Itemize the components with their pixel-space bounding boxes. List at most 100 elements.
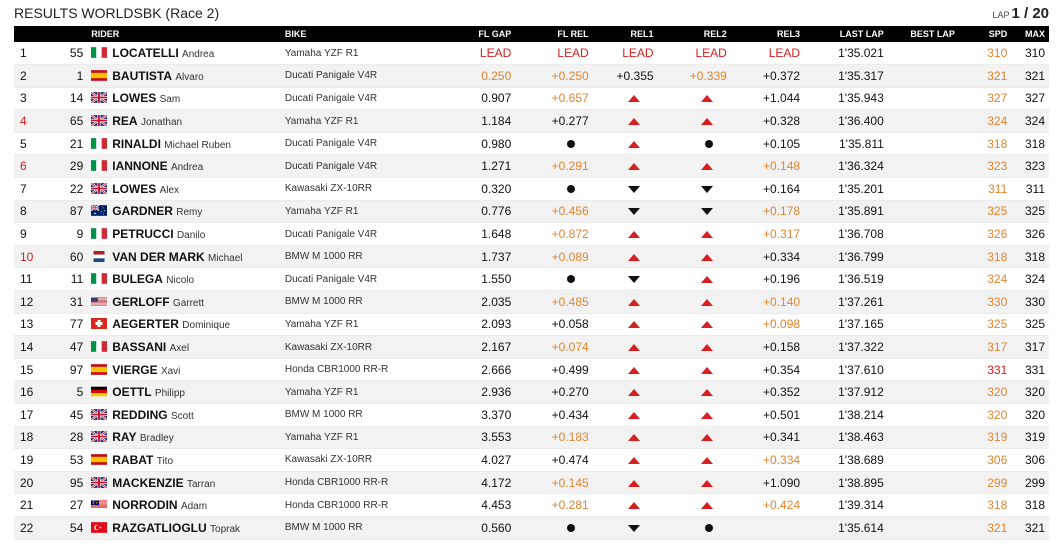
- col-spd[interactable]: SPD: [959, 26, 1011, 42]
- table-row[interactable]: 7 22 LOWES Alex Kawasaki ZX-10RR 0.320 +0.164…: [14, 177, 1049, 201]
- rel3-cell: +0.424: [730, 493, 805, 517]
- col-rider[interactable]: RIDER: [87, 26, 281, 42]
- rel3-cell: +1.090: [730, 471, 805, 495]
- fl-rel-cell: +0.456: [515, 200, 593, 224]
- rider-given-name: Philipp: [154, 388, 185, 400]
- best-lap-cell: [887, 222, 959, 246]
- col-rel1[interactable]: REL1: [593, 26, 658, 42]
- rel3-cell: +0.105: [730, 132, 805, 156]
- table-row[interactable]: 17 45 REDDING Scott BMW M 1000 RR 3.370 +0.43…: [14, 403, 1049, 427]
- col-rel2[interactable]: REL2: [658, 26, 731, 42]
- last-lap-cell: 1'38.689: [804, 448, 888, 472]
- rider-cell[interactable]: BAUTISTA Alvaro: [87, 64, 281, 88]
- best-lap-cell: [887, 313, 959, 337]
- position-down-icon: [627, 276, 640, 284]
- rider-cell[interactable]: IANNONE Andrea: [87, 154, 281, 179]
- rider-cell[interactable]: RINALDI Michael Ruben: [87, 132, 281, 156]
- max-speed-cell: 319: [1011, 426, 1049, 450]
- col-rel3[interactable]: REL3: [731, 26, 804, 42]
- australia-flag: [91, 205, 108, 217]
- table-row[interactable]: 15 97 VIERGE Xavi Honda CBR1000 RR-R 2.666 +0…: [14, 358, 1049, 382]
- position-cell: 14: [14, 335, 56, 359]
- col-max[interactable]: MAX: [1011, 26, 1049, 42]
- rider-surname: PETRUCCI: [112, 227, 174, 242]
- rel3-cell: +0.164: [730, 177, 805, 201]
- position-up-icon: [700, 163, 713, 171]
- rider-cell[interactable]: BULEGA Nicolo: [87, 267, 281, 292]
- table-row[interactable]: 3 14 LOWES Sam Ducati Panigale V4R 0.907 +0.6…: [14, 87, 1049, 111]
- rider-cell[interactable]: VAN DER MARK Michael: [87, 245, 281, 269]
- table-row[interactable]: 19 53 RABAT Tito Kawasaki ZX-10RR 4.027 +0.47…: [14, 448, 1049, 472]
- rider-given-name: Tito: [156, 455, 174, 467]
- rider-cell[interactable]: VIERGE Xavi: [87, 358, 281, 382]
- rider-cell[interactable]: GERLOFF Garrett: [87, 290, 281, 314]
- table-row[interactable]: 6 29 IANNONE Andrea Ducati Panigale V4R 1.27…: [14, 154, 1049, 179]
- rider-cell[interactable]: RAY Bradley: [87, 426, 281, 450]
- lap-counter: LAP 1 / 20: [992, 5, 1049, 22]
- rel1-cell: [592, 177, 658, 201]
- rider-cell[interactable]: PETRUCCI Danilo: [87, 222, 281, 246]
- last-lap-cell: 1'36.799: [804, 245, 888, 269]
- table-row[interactable]: 14 47 BASSANI Axel Kawasaki ZX-10RR 2.167 +0.…: [14, 335, 1049, 359]
- rider-cell[interactable]: RAZGATLIOGLU Toprak: [87, 516, 281, 540]
- bike-cell: Yamaha YZF R1: [280, 380, 457, 404]
- speed-cell: 318: [958, 245, 1012, 269]
- uk-flag: [91, 92, 108, 104]
- table-row[interactable]: 8 87 GARDNER Remy Yamaha YZF R1 0.776 +0.456 +…: [14, 200, 1049, 224]
- rider-cell[interactable]: GARDNER Remy: [87, 200, 281, 224]
- rider-given-name: Garrett: [172, 297, 205, 309]
- rel3-cell: +1.044: [730, 87, 805, 111]
- bike-cell: Kawasaki ZX-10RR: [280, 177, 457, 201]
- table-row[interactable]: 12 31 GERLOFF Garrett BMW M 1000 RR 2.035 +0.…: [14, 290, 1049, 314]
- rider-cell[interactable]: OETTL Philipp: [87, 380, 281, 404]
- max-speed-cell: 321: [1011, 64, 1049, 88]
- table-row[interactable]: 9 9 PETRUCCI Danilo Ducati Panigale V4R 1.64…: [14, 222, 1049, 246]
- table-row[interactable]: 4 65 REA Jonathan Yamaha YZF R1 1.184 +0.277 +…: [14, 109, 1049, 133]
- position-up-icon: [700, 118, 713, 126]
- rider-cell[interactable]: BASSANI Axel: [87, 335, 281, 359]
- speed-cell: 320: [958, 403, 1012, 427]
- col-bike[interactable]: BIKE: [281, 26, 457, 42]
- rider-given-name: Adam: [180, 501, 208, 513]
- rider-cell[interactable]: LOCATELLI Andrea: [87, 42, 281, 66]
- fl-gap-cell-value: 3.553: [481, 430, 512, 445]
- speed-cell: 324: [958, 267, 1012, 292]
- rider-cell[interactable]: LOWES Sam: [87, 87, 281, 111]
- rel3-cell-value: +0.424: [763, 498, 801, 513]
- fl-gap-cell: 1.737: [456, 245, 516, 269]
- speed-cell: 321: [958, 64, 1012, 88]
- fl-gap-cell: 0.250: [456, 64, 516, 88]
- col-best-lap[interactable]: BEST LAP: [888, 26, 959, 42]
- rel2-cell: [657, 516, 731, 540]
- speed-cell: 331: [958, 358, 1012, 382]
- rel2-cell: [657, 493, 731, 517]
- rel2-cell-value: +0.339: [689, 68, 727, 83]
- rider-cell[interactable]: REDDING Scott: [87, 403, 281, 427]
- rider-cell[interactable]: LOWES Alex: [87, 177, 281, 201]
- col-fl-gap[interactable]: FL GAP: [457, 26, 516, 42]
- table-row[interactable]: 11 11 BULEGA Nicolo Ducati Panigale V4R 1.55…: [14, 267, 1049, 292]
- rider-cell[interactable]: MACKENZIE Tarran: [87, 471, 281, 495]
- table-row[interactable]: 20 95 MACKENZIE Tarran Honda CBR1000 RR-R 4.…: [14, 471, 1049, 495]
- table-row[interactable]: 2 1 BAUTISTA Alvaro Ducati Panigale V4R 0.25…: [14, 64, 1049, 88]
- table-row[interactable]: 16 5 OETTL Philipp Yamaha YZF R1 2.936 +0.270…: [14, 380, 1049, 404]
- rider-number-cell: 21: [55, 132, 88, 156]
- last-lap-cell: 1'35.811: [804, 132, 888, 156]
- best-lap-cell: [887, 448, 959, 472]
- table-row[interactable]: 10 60 VAN DER MARK Michael BMW M 1000 RR 1.7…: [14, 245, 1049, 269]
- table-row[interactable]: 21 27 NORRODIN Adam Honda CBR1000 RR-R 4.453…: [14, 493, 1049, 517]
- table-row[interactable]: 1 55 LOCATELLI Andrea Yamaha YZF R1 LEAD LEAD…: [14, 42, 1049, 66]
- rider-cell[interactable]: NORRODIN Adam: [87, 493, 281, 517]
- table-row[interactable]: 22 54 RAZGATLIOGLU Toprak BMW M 1000 RR 0.56…: [14, 516, 1049, 540]
- col-last-lap[interactable]: LAST LAP: [804, 26, 888, 42]
- last-lap-cell: 1'36.324: [804, 154, 888, 179]
- fl-rel-cell-value: LEAD: [557, 46, 589, 61]
- col-fl-rel[interactable]: FL REL: [515, 26, 592, 42]
- table-row[interactable]: 18 28 RAY Bradley Yamaha YZF R1 3.553 +0.183 +…: [14, 426, 1049, 450]
- rider-cell[interactable]: AEGERTER Dominique: [87, 313, 281, 337]
- last-lap-cell: 1'37.610: [804, 358, 888, 382]
- rider-cell[interactable]: RABAT Tito: [87, 448, 281, 472]
- table-row[interactable]: 13 77 AEGERTER Dominique Yamaha YZF R1 2.093…: [14, 313, 1049, 337]
- table-row[interactable]: 5 21 RINALDI Michael Ruben Ducati Panigale …: [14, 132, 1049, 156]
- rider-cell[interactable]: REA Jonathan: [87, 109, 281, 133]
